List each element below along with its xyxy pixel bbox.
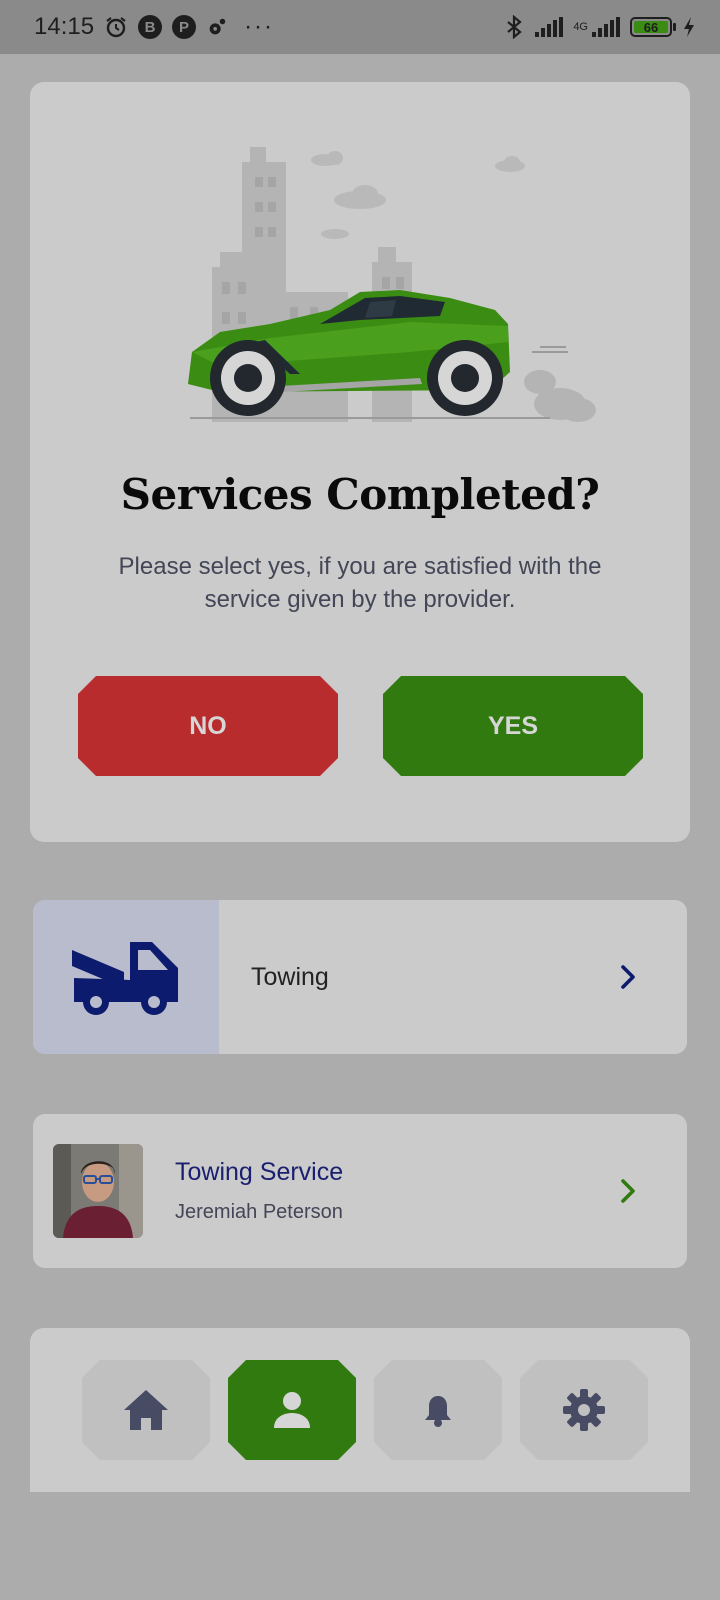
- chevron-right-icon: [621, 965, 635, 989]
- profile-icon: [272, 1390, 312, 1430]
- gear-icon: [562, 1388, 606, 1432]
- sports-car-illustration: [188, 147, 596, 422]
- b-app-icon: B: [138, 15, 163, 39]
- battery-indicator: 66: [630, 17, 676, 37]
- bell-icon: [424, 1393, 452, 1427]
- charging-icon: [684, 17, 694, 37]
- yes-button[interactable]: YES: [383, 676, 643, 776]
- tow-truck-icon: [72, 942, 178, 1015]
- settings-small-icon: [209, 18, 226, 35]
- alarm-icon: [106, 17, 126, 38]
- provider-card[interactable]: Towing Service Jeremiah Peterson: [33, 1114, 687, 1268]
- nav-home[interactable]: [82, 1360, 210, 1460]
- p-app-icon: P: [172, 15, 197, 39]
- dialog-title: Services Completed?: [120, 470, 600, 519]
- services-completed-dialog: Services Completed? Please select yes, i…: [30, 82, 690, 842]
- service-label: Towing: [251, 962, 329, 991]
- provider-service-title: Towing Service: [175, 1158, 344, 1186]
- service-icon-container: [33, 900, 219, 1054]
- home-icon: [122, 1388, 170, 1432]
- bluetooth-icon: [507, 15, 523, 39]
- bottom-navigation: [30, 1328, 690, 1492]
- provider-info: Towing Service Jeremiah Peterson: [175, 1158, 615, 1224]
- status-overflow: ···: [244, 13, 275, 40]
- battery-level: 66: [634, 20, 668, 35]
- nav-settings[interactable]: [520, 1360, 648, 1460]
- provider-name: Jeremiah Peterson: [175, 1201, 343, 1223]
- no-button[interactable]: NO: [78, 676, 338, 776]
- nav-profile[interactable]: [228, 1360, 356, 1460]
- nav-notifications[interactable]: [374, 1360, 502, 1460]
- clock: 14:15: [34, 13, 95, 40]
- service-card-towing[interactable]: Towing: [33, 900, 687, 1054]
- signal-icon: [535, 17, 564, 37]
- status-bar: 14:15 B P ··· 4G 66: [0, 0, 720, 54]
- chevron-right-icon: [621, 1179, 635, 1203]
- signal-icon-2: [592, 17, 620, 37]
- dialog-message: Please select yes, if you are satisfied …: [118, 553, 602, 613]
- network-type: 4G: [573, 21, 588, 33]
- avatar: [53, 1144, 143, 1238]
